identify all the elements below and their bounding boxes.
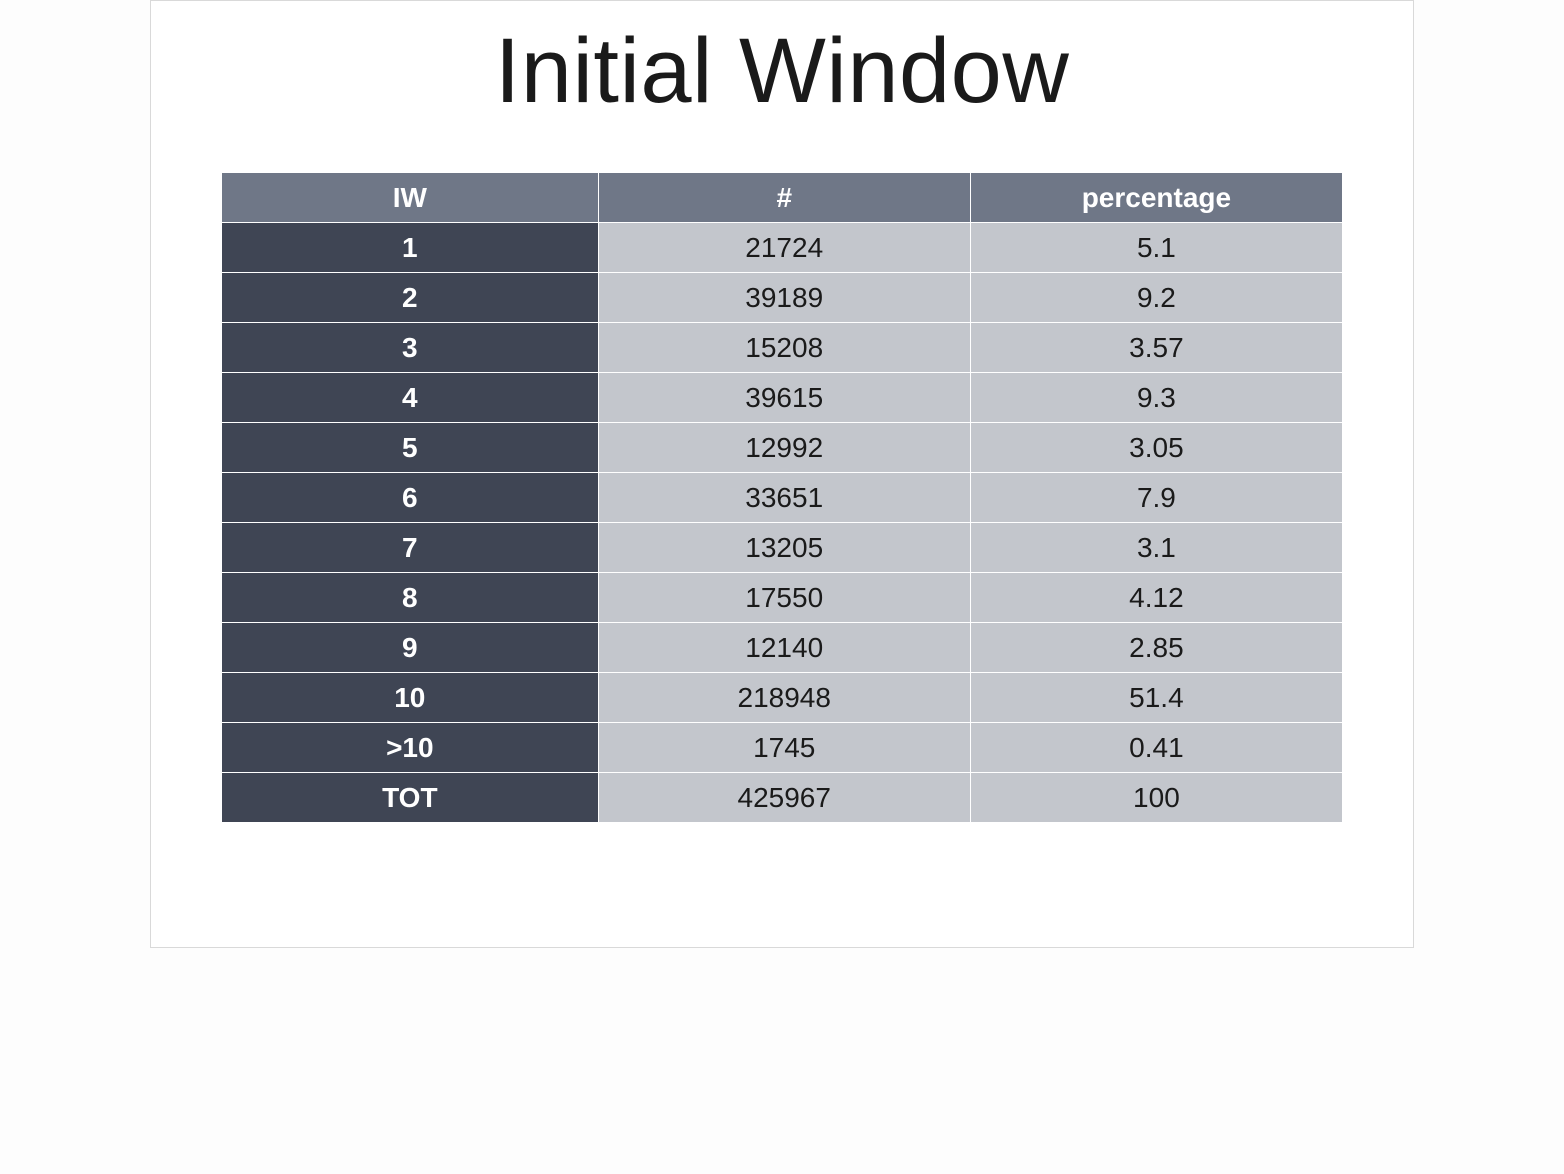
cell-percentage: 9.3	[970, 373, 1342, 423]
cell-iw: 5	[222, 423, 599, 473]
cell-iw: 8	[222, 573, 599, 623]
cell-iw: 4	[222, 373, 599, 423]
cell-iw: 1	[222, 223, 599, 273]
cell-percentage: 3.05	[970, 423, 1342, 473]
cell-count: 12140	[598, 623, 970, 673]
table-row: 9 12140 2.85	[222, 623, 1343, 673]
table-row: 5 12992 3.05	[222, 423, 1343, 473]
cell-percentage: 4.12	[970, 573, 1342, 623]
cell-iw: TOT	[222, 773, 599, 823]
table-row: 2 39189 9.2	[222, 273, 1343, 323]
cell-count: 33651	[598, 473, 970, 523]
cell-iw: 7	[222, 523, 599, 573]
cell-iw: >10	[222, 723, 599, 773]
cell-iw: 10	[222, 673, 599, 723]
cell-percentage: 3.57	[970, 323, 1342, 373]
cell-count: 15208	[598, 323, 970, 373]
table-row: 6 33651 7.9	[222, 473, 1343, 523]
cell-iw: 9	[222, 623, 599, 673]
table-row: 4 39615 9.3	[222, 373, 1343, 423]
cell-count: 39615	[598, 373, 970, 423]
cell-count: 21724	[598, 223, 970, 273]
table-body: 1 21724 5.1 2 39189 9.2 3 15208 3.57 4 3…	[222, 223, 1343, 823]
cell-percentage: 0.41	[970, 723, 1342, 773]
cell-count: 13205	[598, 523, 970, 573]
cell-percentage: 100	[970, 773, 1342, 823]
cell-count: 218948	[598, 673, 970, 723]
col-header-percentage: percentage	[970, 173, 1342, 223]
table-row: TOT 425967 100	[222, 773, 1343, 823]
table-row: 8 17550 4.12	[222, 573, 1343, 623]
table-row: 1 21724 5.1	[222, 223, 1343, 273]
table-container: IW # percentage 1 21724 5.1 2 39189 9.2 …	[221, 172, 1343, 823]
cell-percentage: 9.2	[970, 273, 1342, 323]
table-row: 3 15208 3.57	[222, 323, 1343, 373]
col-header-iw: IW	[222, 173, 599, 223]
table-row: 10 218948 51.4	[222, 673, 1343, 723]
cell-iw: 2	[222, 273, 599, 323]
cell-percentage: 7.9	[970, 473, 1342, 523]
cell-iw: 3	[222, 323, 599, 373]
cell-iw: 6	[222, 473, 599, 523]
cell-percentage: 3.1	[970, 523, 1342, 573]
cell-count: 39189	[598, 273, 970, 323]
table-row: >10 1745 0.41	[222, 723, 1343, 773]
col-header-count: #	[598, 173, 970, 223]
slide: Initial Window IW # percentage 1 21724 5…	[150, 0, 1414, 948]
cell-percentage: 5.1	[970, 223, 1342, 273]
initial-window-table: IW # percentage 1 21724 5.1 2 39189 9.2 …	[221, 172, 1343, 823]
cell-count: 425967	[598, 773, 970, 823]
cell-count: 1745	[598, 723, 970, 773]
cell-count: 12992	[598, 423, 970, 473]
cell-percentage: 51.4	[970, 673, 1342, 723]
table-row: 7 13205 3.1	[222, 523, 1343, 573]
slide-title: Initial Window	[151, 19, 1413, 124]
cell-percentage: 2.85	[970, 623, 1342, 673]
cell-count: 17550	[598, 573, 970, 623]
table-header-row: IW # percentage	[222, 173, 1343, 223]
